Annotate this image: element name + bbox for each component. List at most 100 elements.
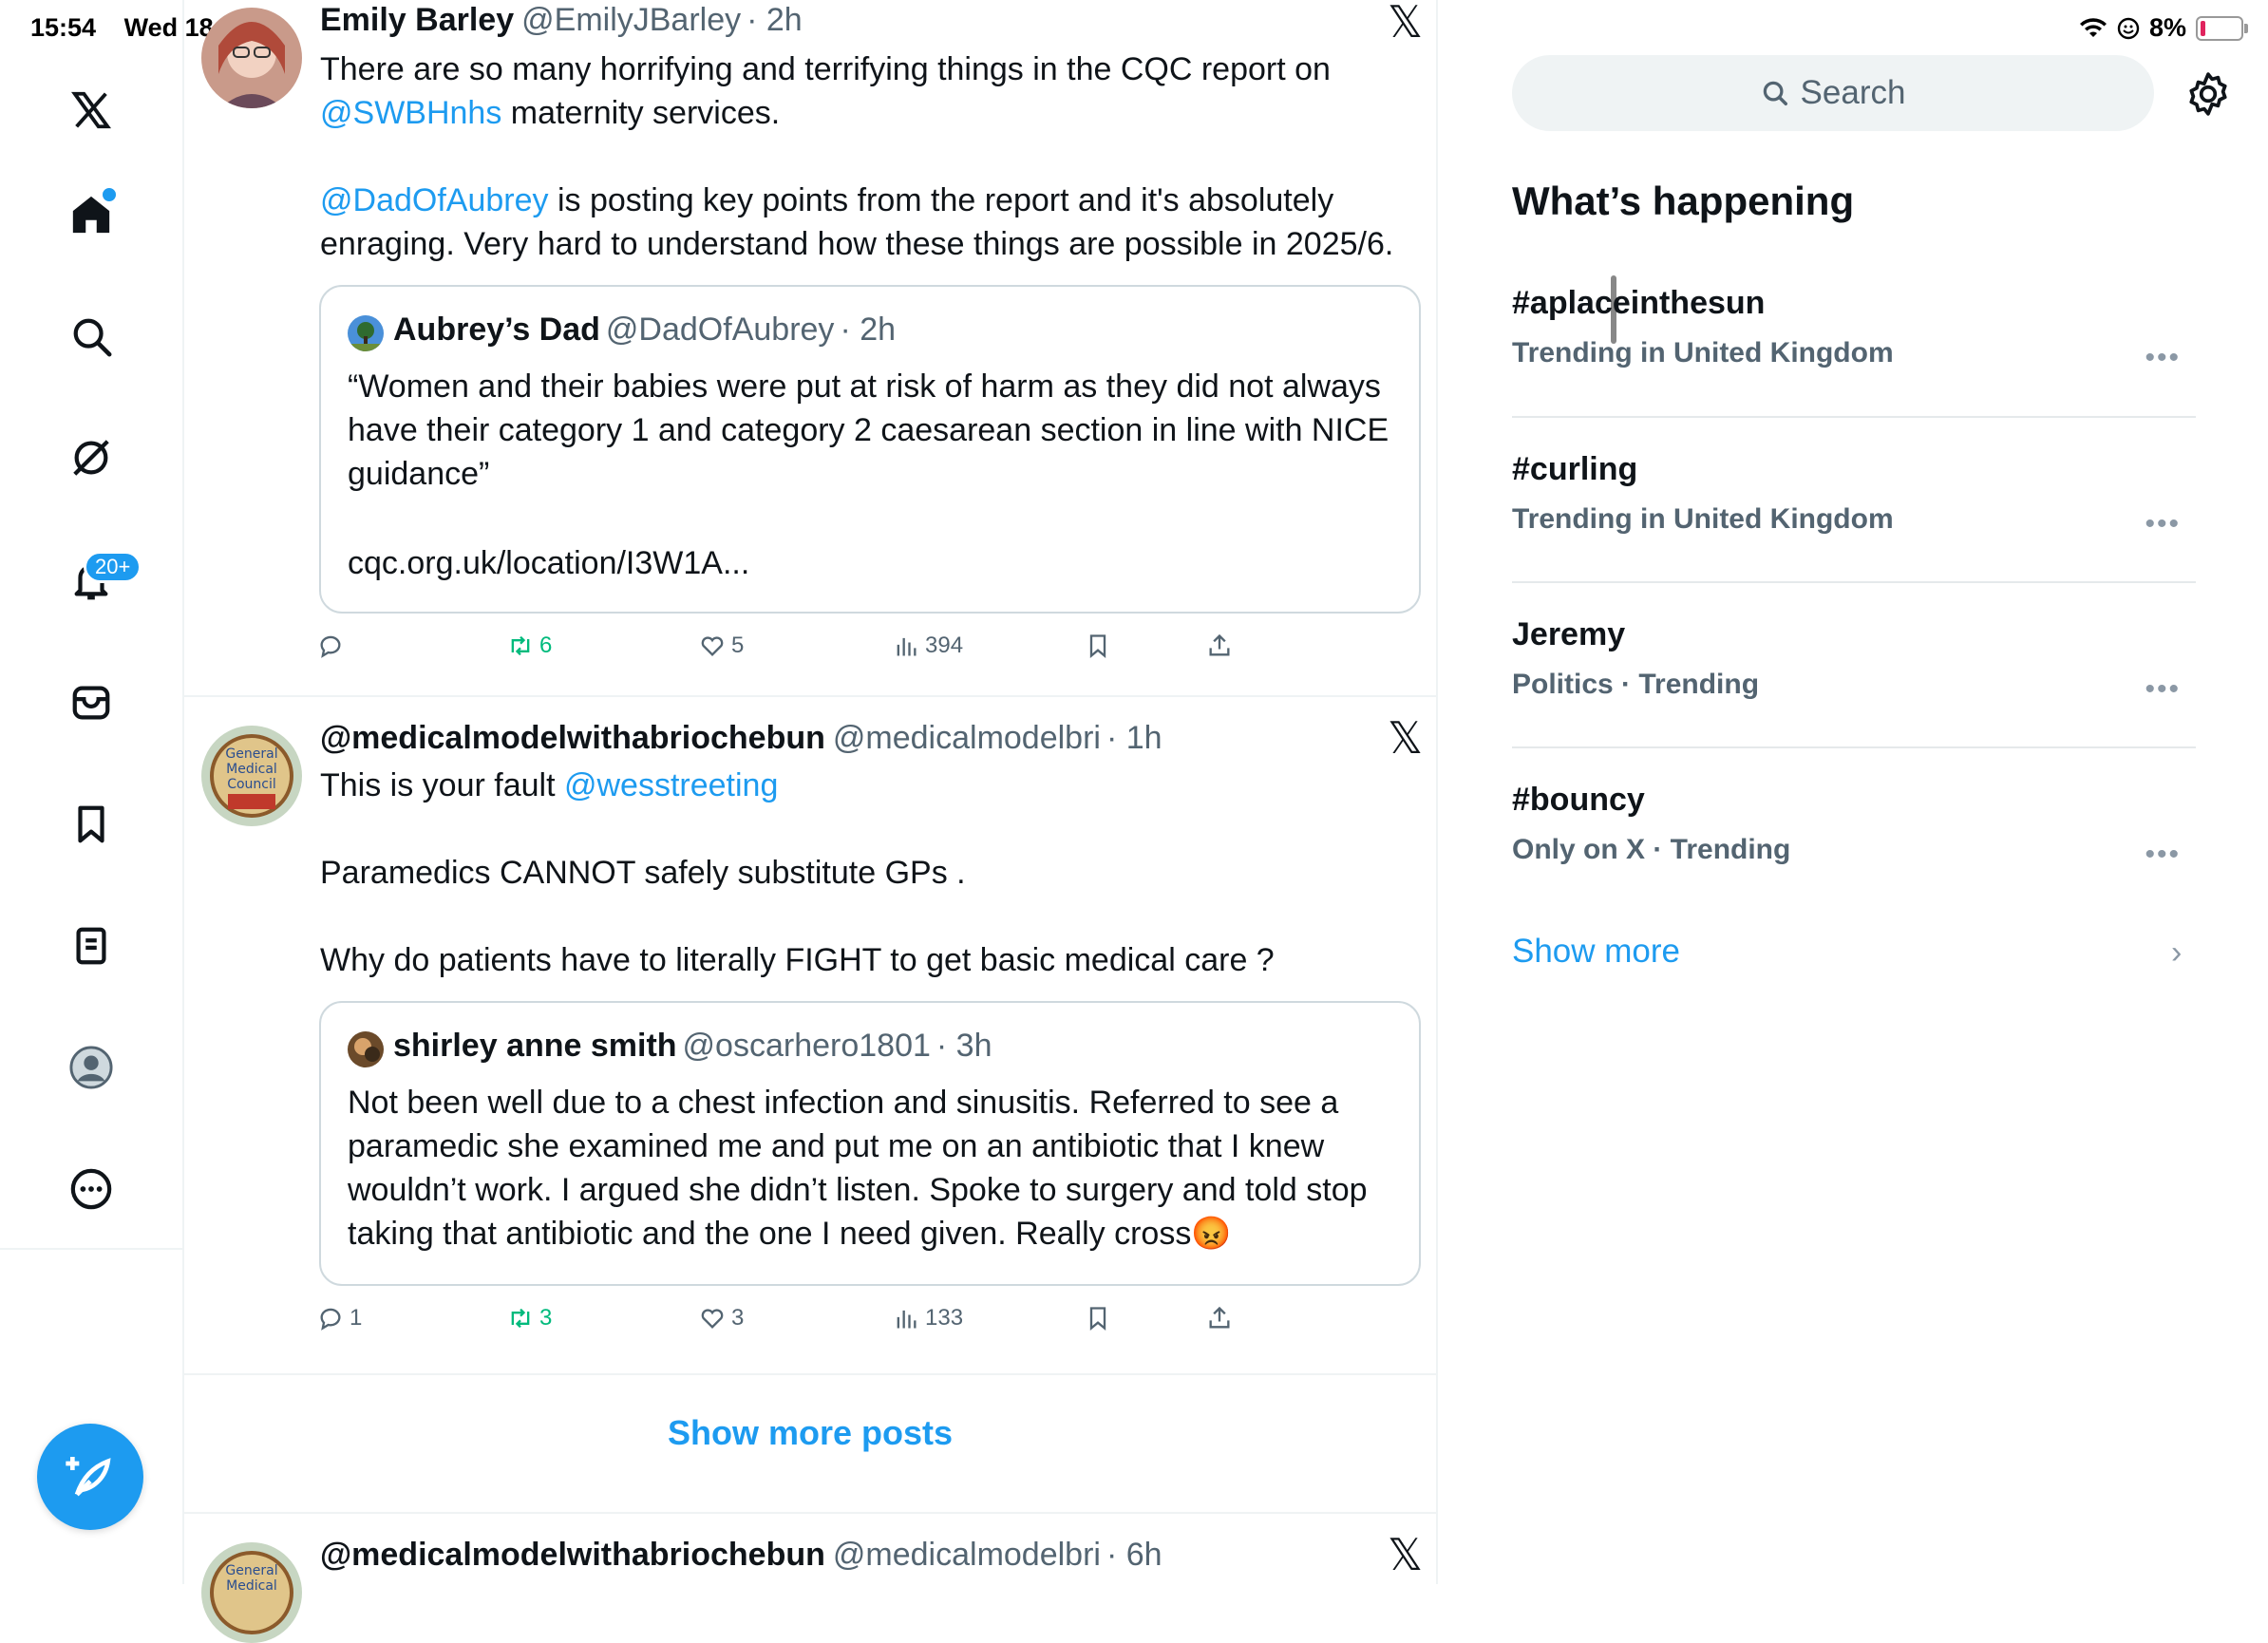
- post-text-segment: Paramedics CANNOT safely substitute GPs …: [320, 855, 966, 891]
- quoted-post[interactable]: shirley anne smith @oscarhero1801 · 3h Not…: [319, 1001, 1421, 1286]
- heart-icon: [701, 1309, 724, 1329]
- post-header: @medicalmodelwithabriochebun @medicalmode…: [320, 1537, 1162, 1574]
- heart-icon: [701, 636, 724, 656]
- quoted-post-header: Aubrey’s Dad @DadOfAubrey · 2h: [393, 312, 896, 349]
- trend-item[interactable]: Jeremy Politics · Trending •••: [1512, 616, 2196, 705]
- post-header: Emily Barley @EmilyJBarley · 2h: [320, 2, 803, 39]
- quoted-post-time: · 2h: [840, 312, 897, 348]
- like-button[interactable]: 3: [699, 1305, 744, 1331]
- mention-link[interactable]: @SWBHnhs: [320, 95, 501, 131]
- author-name[interactable]: @medicalmodelwithabriochebun: [320, 720, 825, 756]
- svg-text:Medical: Medical: [226, 1578, 277, 1594]
- like-count: 3: [731, 1305, 745, 1331]
- author-handle[interactable]: @medicalmodelbri: [833, 720, 1101, 756]
- reply-button[interactable]: 1: [317, 1305, 362, 1331]
- post-body: This is your fault @wesstreeting Paramed…: [320, 764, 1422, 982]
- sidebar: 20+: [0, 0, 184, 1584]
- trend-more-icon[interactable]: •••: [2145, 508, 2181, 540]
- post-header: @medicalmodelwithabriochebun @medicalmode…: [320, 720, 1162, 757]
- mention-link[interactable]: @wesstreeting: [564, 767, 778, 803]
- reply-icon: [320, 1308, 341, 1331]
- lists-icon[interactable]: [63, 917, 120, 974]
- reply-button[interactable]: [317, 633, 350, 659]
- post-actions: 6 5 394: [317, 633, 1438, 670]
- post-divider: [184, 695, 1436, 697]
- compose-post-button[interactable]: [37, 1424, 143, 1530]
- quoted-author-name: shirley anne smith: [393, 1028, 677, 1064]
- post-text-segment: maternity services.: [501, 95, 781, 131]
- x-logo-icon[interactable]: [63, 82, 120, 139]
- like-button[interactable]: 5: [699, 633, 744, 659]
- author-name[interactable]: @medicalmodelwithabriochebun: [320, 1537, 825, 1573]
- whats-happening-title: What’s happening: [1512, 179, 1855, 223]
- status-bar-right: 8%: [2079, 13, 2248, 43]
- quoted-author-avatar: [348, 315, 384, 351]
- share-button[interactable]: [1206, 633, 1233, 659]
- wifi-icon: [2079, 17, 2107, 37]
- bookmarks-icon[interactable]: [63, 796, 120, 853]
- view-count: 133: [925, 1305, 964, 1331]
- author-avatar[interactable]: General Medical Council: [201, 726, 302, 826]
- repost-icon: [511, 635, 530, 656]
- trend-more-icon[interactable]: •••: [2145, 839, 2181, 871]
- author-avatar[interactable]: [201, 8, 302, 108]
- quoted-post-link[interactable]: cqc.org.uk/location/I3W1A...: [348, 541, 749, 585]
- notification-count-badge: 20+: [84, 551, 142, 583]
- post-time[interactable]: · 1h: [1106, 720, 1162, 756]
- trend-meta: Politics · Trending: [1512, 669, 1760, 700]
- repost-count: 6: [539, 633, 553, 658]
- show-more-trends-link[interactable]: Show more: [1512, 933, 1680, 971]
- sidebar-divider: [0, 1248, 182, 1250]
- search-icon: [1763, 81, 1787, 105]
- bookmark-button[interactable]: [1085, 633, 1111, 659]
- settings-gear-icon[interactable]: [2184, 70, 2232, 118]
- trend-meta: Trending in United Kingdom: [1512, 503, 1894, 535]
- share-icon: [1209, 1306, 1230, 1329]
- trend-item[interactable]: #aplaceinthesun Trending in United Kingd…: [1512, 285, 2196, 373]
- repost-icon: [511, 1308, 530, 1329]
- svg-text:General: General: [225, 1563, 277, 1578]
- bookmark-icon: [1089, 1307, 1106, 1331]
- x-source-icon: 𝕏: [1388, 0, 1424, 47]
- svg-text:General: General: [225, 746, 277, 762]
- quoted-author-handle: @DadOfAubrey: [605, 312, 835, 348]
- post-body: There are so many horrifying and terrify…: [320, 47, 1422, 266]
- more-options-icon[interactable]: [63, 1161, 120, 1218]
- show-more-posts-button[interactable]: Show more posts: [184, 1413, 1436, 1453]
- profile-avatar-icon[interactable]: [63, 1039, 120, 1096]
- repost-button[interactable]: 6: [507, 633, 552, 659]
- post-actions: 1 3 3 133: [317, 1305, 1438, 1343]
- trend-name: #bouncy: [1512, 782, 1645, 818]
- search-nav-icon[interactable]: [63, 308, 120, 365]
- quoted-post-text: “Women and their babies were put at risk…: [348, 368, 1389, 492]
- trend-item[interactable]: #curling Trending in United Kingdom •••: [1512, 451, 2196, 539]
- author-handle[interactable]: @EmilyJBarley: [521, 2, 741, 38]
- mention-link[interactable]: @DadOfAubrey: [320, 182, 549, 218]
- focus-mode-icon: [2117, 17, 2140, 39]
- quoted-post[interactable]: Aubrey’s Dad @DadOfAubrey · 2h “Women and …: [319, 285, 1421, 614]
- timeline-feed: Emily Barley @EmilyJBarley · 2h 𝕏 There ar…: [184, 0, 1616, 1643]
- post-text-segment: Why do patients have to literally FIGHT …: [320, 942, 1275, 978]
- views-button[interactable]: 133: [893, 1305, 963, 1331]
- trend-more-icon[interactable]: •••: [2145, 673, 2181, 706]
- search-placeholder: Search: [1800, 74, 1906, 111]
- post-time[interactable]: · 6h: [1106, 1537, 1162, 1573]
- bookmark-button[interactable]: [1085, 1305, 1111, 1331]
- views-button[interactable]: 394: [893, 633, 963, 659]
- grok-icon[interactable]: [63, 429, 120, 486]
- repost-button[interactable]: 3: [507, 1305, 552, 1331]
- messages-envelope-icon[interactable]: [63, 674, 120, 731]
- share-button[interactable]: [1206, 1305, 1233, 1331]
- trend-item[interactable]: #bouncy Only on X · Trending •••: [1512, 782, 2196, 870]
- chevron-right-icon: ›: [2171, 935, 2183, 971]
- author-handle[interactable]: @medicalmodelbri: [833, 1537, 1101, 1573]
- quoted-author-name: Aubrey’s Dad: [393, 312, 600, 348]
- trend-name: #curling: [1512, 451, 1638, 487]
- trend-more-icon[interactable]: •••: [2145, 342, 2181, 374]
- author-avatar[interactable]: General Medical: [201, 1542, 302, 1643]
- author-name[interactable]: Emily Barley: [320, 2, 514, 38]
- search-input[interactable]: Search: [1512, 55, 2154, 131]
- post-time[interactable]: · 2h: [747, 2, 803, 38]
- trend-divider: [1512, 746, 2196, 748]
- reply-icon: [320, 635, 341, 658]
